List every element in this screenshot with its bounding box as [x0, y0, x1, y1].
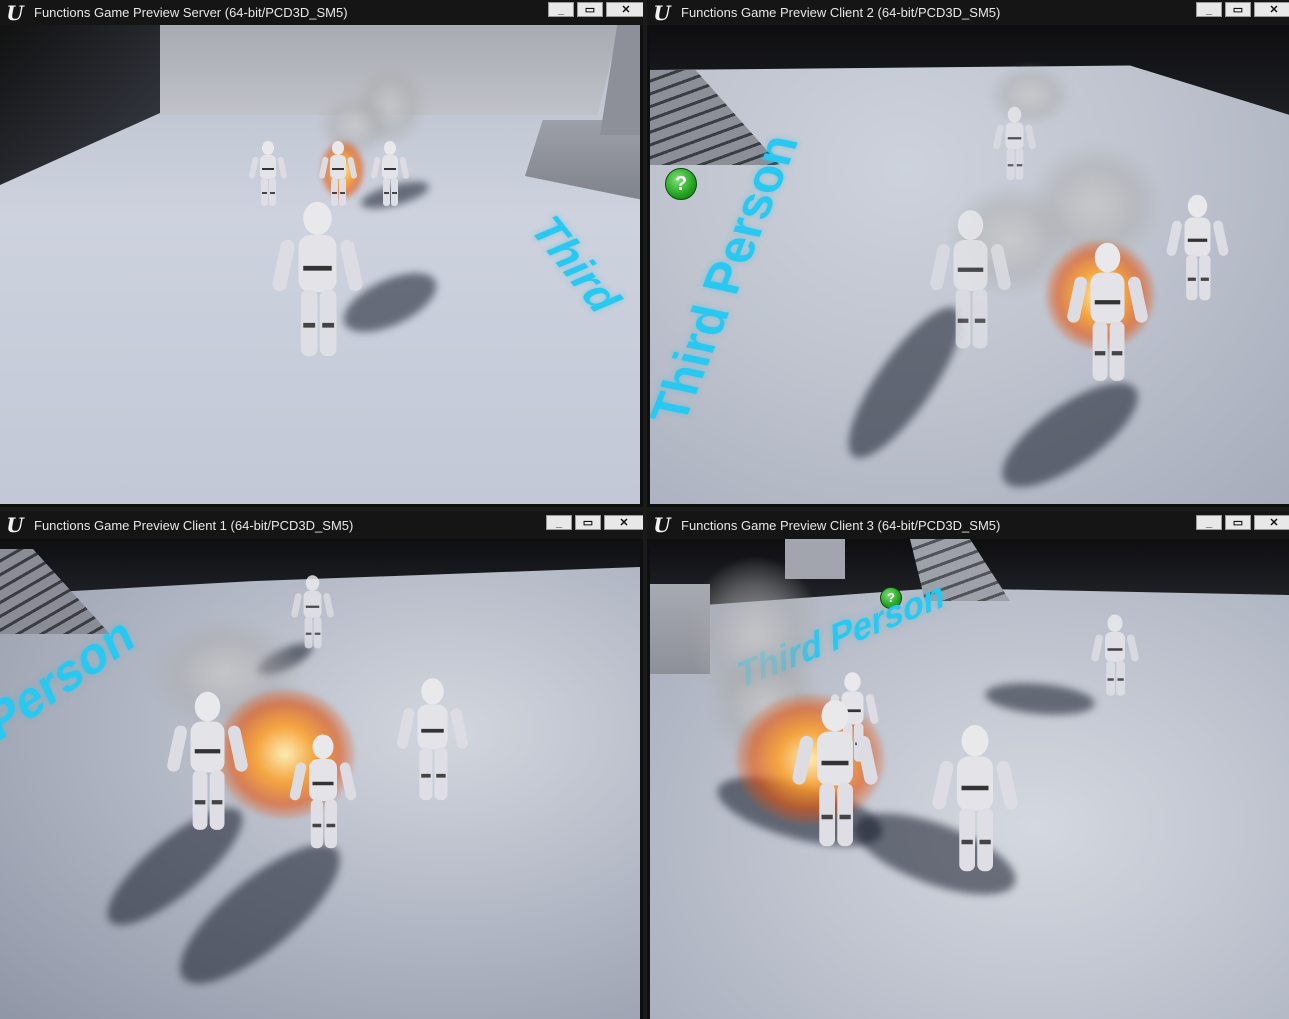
unreal-engine-logo-icon: U	[6, 0, 24, 25]
maximize-button[interactable]: ▭	[1225, 2, 1251, 17]
minimize-button[interactable]: _	[548, 2, 574, 17]
window-title: Functions Game Preview Server (64-bit/PC…	[34, 5, 348, 20]
close-button[interactable]: ✕	[604, 515, 643, 530]
window-title: Functions Game Preview Client 1 (64-bit/…	[34, 517, 354, 533]
minimize-icon: _	[555, 516, 563, 529]
minimize-icon: _	[1205, 3, 1213, 16]
maximize-icon: ▭	[584, 4, 596, 16]
character	[1066, 242, 1149, 381]
title-bar[interactable]: U Functions Game Preview Client 1 (64-bi…	[0, 511, 643, 539]
maximize-icon: ▭	[1232, 4, 1244, 16]
maximize-icon: ▭	[1232, 517, 1244, 529]
character	[1090, 614, 1140, 696]
window-server[interactable]: U Functions Game Preview Server (64-bit/…	[0, 0, 643, 507]
game-viewport[interactable]: Third	[0, 25, 640, 504]
character	[290, 575, 335, 649]
character	[166, 691, 249, 830]
game-viewport[interactable]: ? Third Person	[650, 25, 1289, 504]
maximize-icon: ▭	[582, 517, 594, 529]
window-title: Functions Game Preview Client 3 (64-bit/…	[681, 517, 1001, 533]
title-bar[interactable]: U Functions Game Preview Client 3 (64-bi…	[647, 511, 1289, 539]
title-bar[interactable]: U Functions Game Preview Client 2 (64-bi…	[647, 0, 1289, 25]
close-icon: ✕	[1269, 4, 1279, 16]
character	[791, 700, 879, 847]
character	[288, 734, 358, 849]
game-viewport[interactable]: ? Third Person	[650, 539, 1289, 1019]
window-client-3[interactable]: U Functions Game Preview Client 3 (64-bi…	[647, 511, 1289, 1019]
player-character	[271, 201, 364, 357]
unreal-engine-logo-icon: U	[6, 513, 24, 537]
character	[992, 106, 1037, 180]
minimize-button[interactable]: _	[1196, 515, 1222, 530]
close-icon: ✕	[621, 4, 631, 16]
game-viewport[interactable]: Person	[0, 539, 640, 1019]
maximize-button[interactable]: ▭	[577, 2, 603, 17]
unreal-engine-logo-icon: U	[653, 513, 671, 537]
title-bar[interactable]: U Functions Game Preview Server (64-bit/…	[0, 0, 643, 25]
minimize-icon: _	[1205, 516, 1213, 529]
character	[395, 678, 470, 801]
maximize-button[interactable]: ▭	[1225, 515, 1251, 530]
window-title: Functions Game Preview Client 2 (64-bit/…	[681, 5, 1001, 20]
close-button[interactable]: ✕	[1254, 515, 1289, 530]
window-client-2[interactable]: U Functions Game Preview Client 2 (64-bi…	[647, 0, 1289, 507]
close-button[interactable]: ✕	[606, 2, 643, 17]
minimize-icon: _	[557, 3, 565, 16]
maximize-button[interactable]: ▭	[575, 515, 601, 530]
window-client-1[interactable]: U Functions Game Preview Client 1 (64-bi…	[0, 511, 643, 1019]
character	[929, 210, 1012, 349]
help-marker-icon: ?	[665, 168, 697, 200]
character	[370, 141, 410, 206]
close-icon: ✕	[1269, 517, 1279, 529]
character	[1165, 194, 1230, 301]
minimize-button[interactable]: _	[546, 515, 572, 530]
player-character	[931, 725, 1019, 872]
close-icon: ✕	[619, 517, 629, 529]
minimize-button[interactable]: _	[1196, 2, 1222, 17]
close-button[interactable]: ✕	[1254, 2, 1289, 17]
unreal-engine-logo-icon: U	[653, 0, 671, 25]
